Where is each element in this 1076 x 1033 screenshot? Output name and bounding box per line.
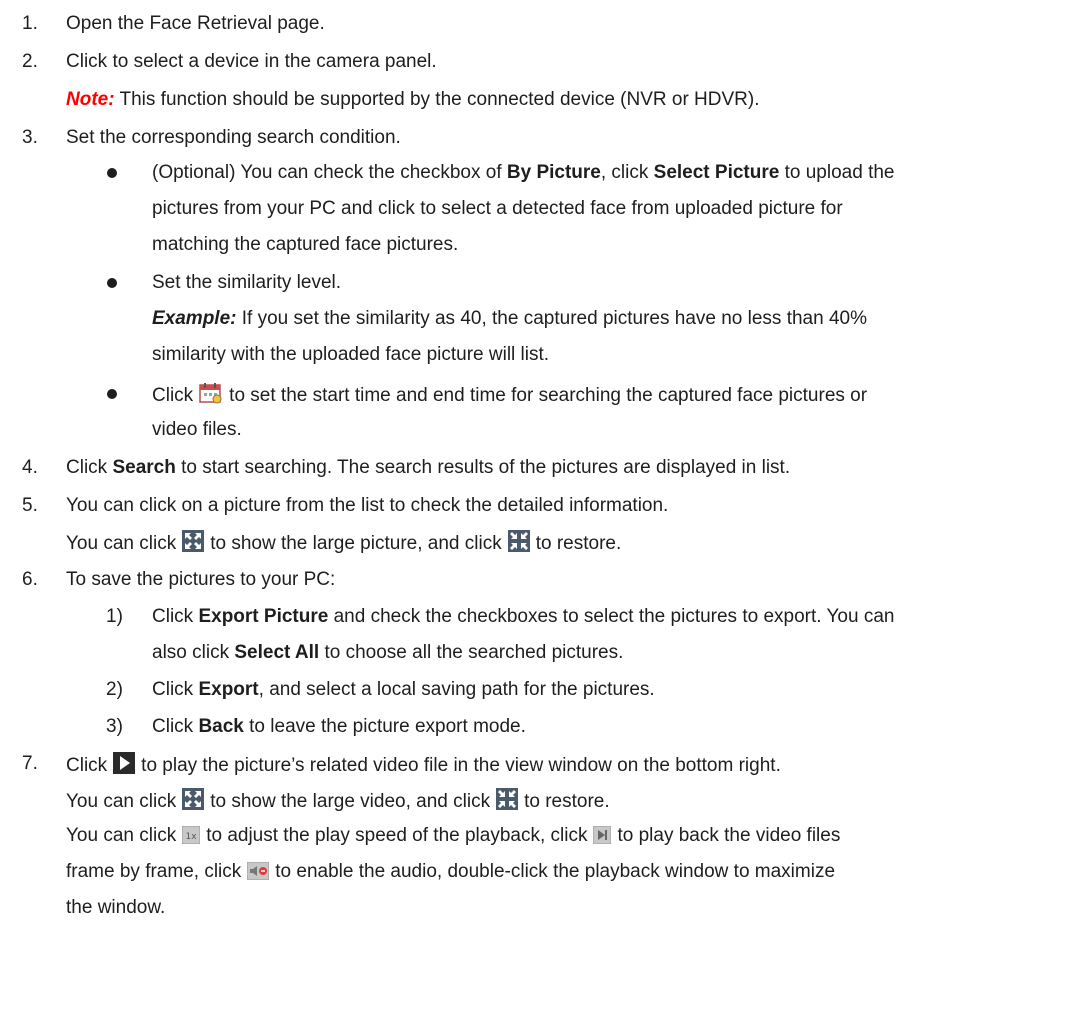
step-number: 1.: [22, 13, 38, 34]
substep-text: Click Export Picture and check the check…: [152, 606, 895, 627]
step-number: 5.: [22, 495, 38, 516]
note-label: Note:: [66, 89, 115, 110]
step-text: Set the corresponding search condition.: [66, 127, 401, 148]
step-number: 3.: [22, 127, 38, 148]
step-text: Click to select a device in the camera p…: [66, 51, 437, 72]
substep-text: Click Back to leave the picture export m…: [152, 716, 526, 737]
audio-icon: [246, 861, 270, 887]
calendar-icon: [199, 382, 223, 411]
step-number: 6.: [22, 569, 38, 590]
step-text: To save the pictures to your PC:: [66, 569, 336, 590]
example-line: Example: If you set the similarity as 40…: [152, 308, 867, 329]
step-number: 7.: [22, 753, 38, 774]
step-text: frame by frame, click to enable the audio…: [66, 860, 835, 887]
substep-text: also click Select All to choose all the …: [152, 642, 624, 663]
step-text: You can click to show the large video, an…: [66, 788, 610, 817]
restore-icon: [507, 530, 530, 559]
substep-number: 3): [106, 716, 123, 737]
step-text: Click Search to start searching. The sea…: [66, 457, 791, 478]
step-text: Open the Face Retrieval page.: [66, 13, 325, 34]
note-text: This function should be supported by the…: [114, 89, 760, 110]
substep-number: 2): [106, 679, 123, 700]
fullscreen-icon: [182, 530, 205, 559]
bullet: [107, 389, 117, 399]
bullet: [107, 278, 117, 288]
play-icon: [113, 752, 136, 781]
bullet-text: matching the captured face pictures.: [152, 234, 459, 255]
substep-number: 1): [106, 606, 123, 627]
substep-text: Click Export, and select a local saving …: [152, 679, 655, 700]
svg-text:1x: 1x: [186, 832, 198, 842]
step-text: You can click 1x to adjust the play speed …: [66, 824, 840, 851]
example-label: Example:: [152, 308, 237, 329]
step-text: Click to play the picture’s related video…: [66, 752, 781, 781]
note-line: Note: This function should be supported …: [66, 88, 760, 112]
bullet-text: Set the similarity level.: [152, 272, 342, 293]
step-number: 4.: [22, 457, 38, 478]
step-text: You can click to show the large picture, …: [66, 530, 621, 559]
bullet-text: similarity with the uploaded face pictur…: [152, 344, 550, 365]
bullet-text: video files.: [152, 419, 242, 440]
fullscreen-icon: [182, 788, 205, 817]
restore-icon: [496, 788, 519, 817]
bullet-text: Click to set the start time and end time …: [152, 382, 867, 411]
step-text: You can click on a picture from the list…: [66, 495, 669, 516]
step-text: the window.: [66, 897, 166, 918]
frame-step-icon: [592, 825, 612, 851]
step-number: 2.: [22, 51, 38, 72]
bullet-text: (Optional) You can check the checkbox of…: [152, 162, 895, 183]
bullet-text: pictures from your PC and click to selec…: [152, 198, 843, 219]
bullet: [107, 168, 117, 178]
speed-1x-icon: 1x: [181, 825, 201, 851]
